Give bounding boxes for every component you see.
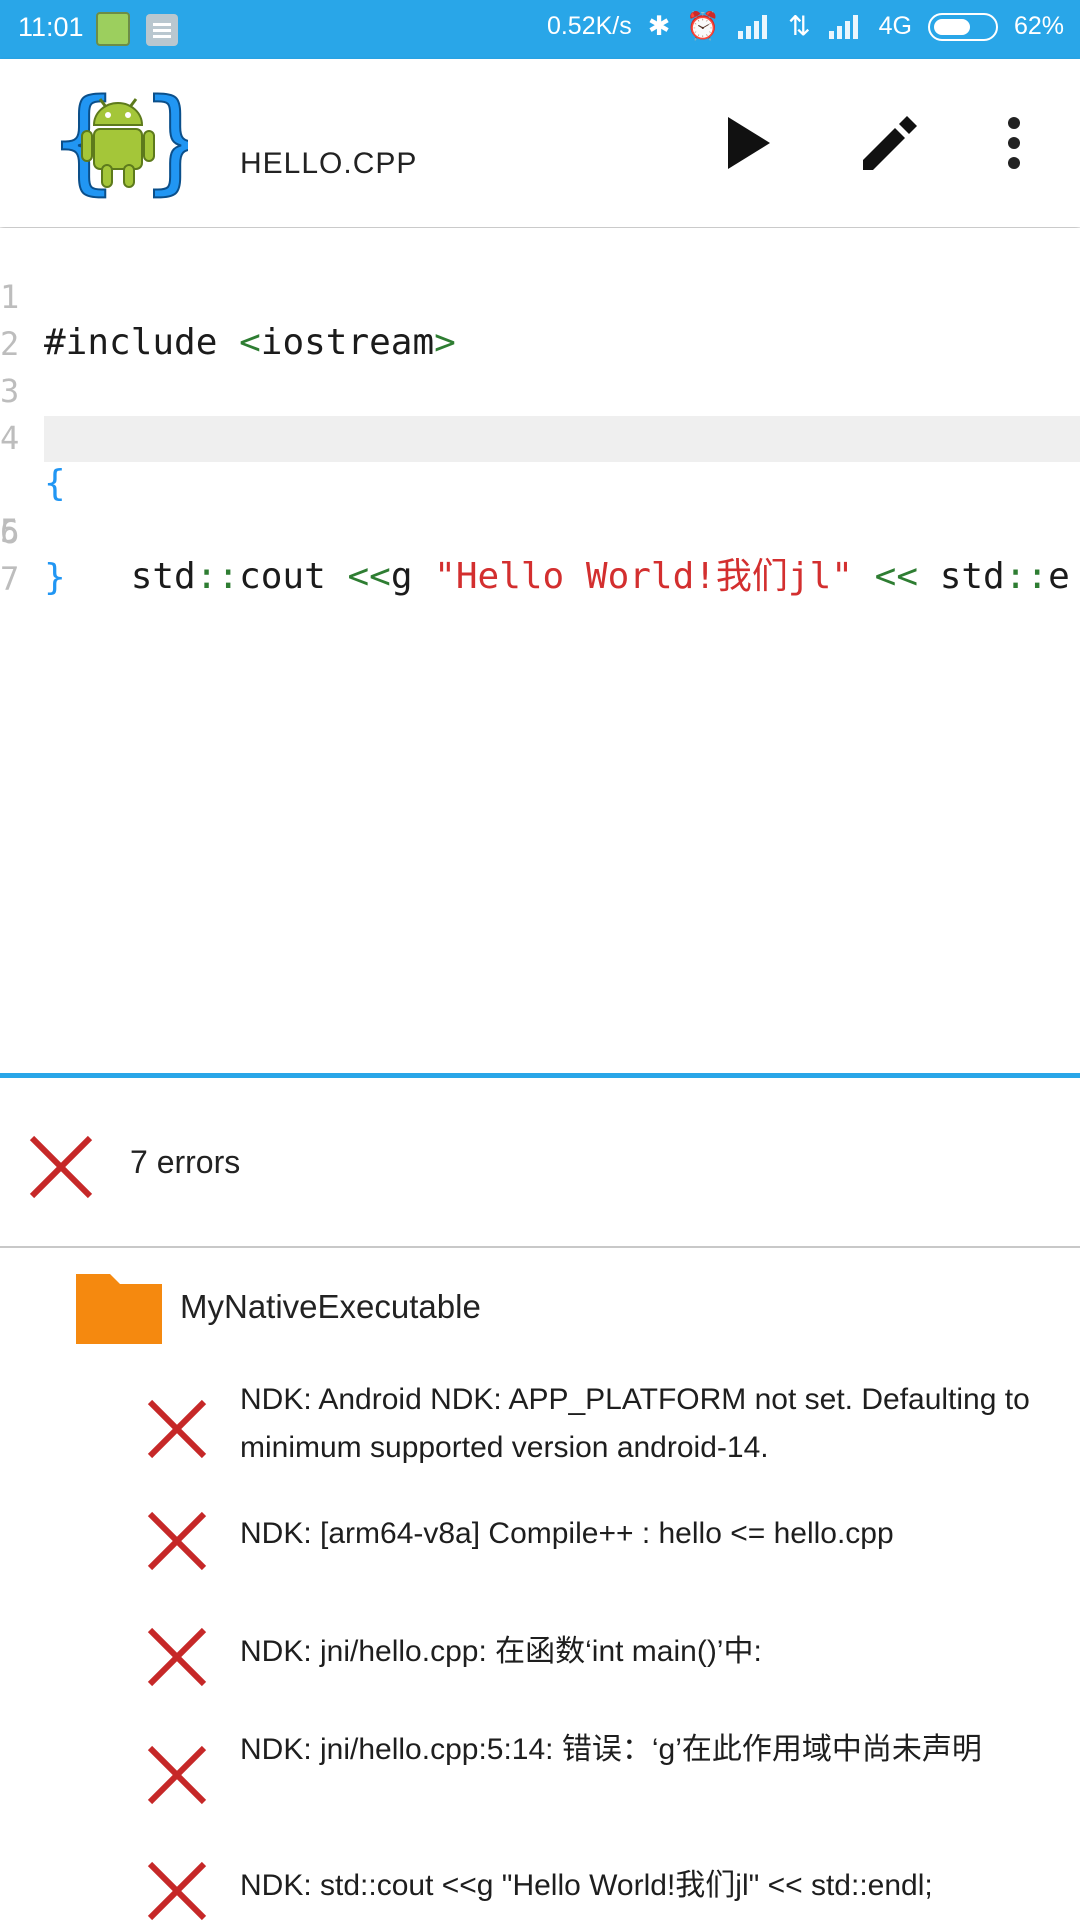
error-message: NDK: [arm64-v8a] Compile++ : hello <= he… xyxy=(240,1517,894,1550)
error-item[interactable]: NDK: Android NDK: APP_PLATFORM not set. … xyxy=(0,1372,1080,1482)
line-number: 7 xyxy=(0,560,20,598)
code-line-2: 2 xyxy=(0,275,1080,363)
overflow-menu-button[interactable] xyxy=(974,103,1054,183)
code-line-4: 4 { xyxy=(0,369,1080,504)
battery-icon xyxy=(927,12,998,41)
status-bar: 11:01 0.52K/s ✱ ⏰ ⇅ 4G 62% xyxy=(0,0,1080,59)
bluetooth-icon: ✱ xyxy=(647,11,671,41)
app-toolbar: { } HELLO.CPP xyxy=(0,59,1080,227)
notes-notification-icon xyxy=(146,14,178,46)
battery-percent: 62% xyxy=(1013,12,1064,40)
net-speed: 0.52K/s xyxy=(546,12,632,40)
error-x-icon xyxy=(147,1399,207,1459)
error-x-icon xyxy=(147,1511,207,1571)
signal-icon xyxy=(736,13,772,41)
android-logo-icon: { } xyxy=(48,81,188,205)
error-message: NDK: std::cout <<g "Hello World!我们jl" <<… xyxy=(240,1869,933,1902)
error-message: NDK: jni/hello.cpp:5:14: 错误：‘g’在此作用域中尚未声… xyxy=(240,1733,982,1766)
code-line-5: 5 std::cout <<g "Hello World!我们jl" << st… xyxy=(0,416,1080,597)
code-editor[interactable]: 1 #include <iostream> 2 3 int main() 4 {… xyxy=(0,228,1080,1074)
run-button[interactable] xyxy=(706,103,786,183)
data-transfer-icon: ⇅ xyxy=(787,11,811,41)
play-icon xyxy=(728,117,770,169)
error-item[interactable]: NDK: jni/hello.cpp: 在函数‘int main()’中: xyxy=(0,1620,1080,1710)
error-summary-row[interactable]: 7 errors xyxy=(0,1078,1080,1246)
folder-icon xyxy=(76,1274,162,1344)
error-group-folder[interactable]: MyNativeExecutable xyxy=(0,1248,1080,1368)
error-x-icon xyxy=(147,1861,207,1921)
network-type: 4G xyxy=(878,12,912,40)
error-item[interactable]: NDK: jni/hello.cpp:5:14: 错误：‘g’在此作用域中尚未声… xyxy=(0,1722,1080,1832)
code-line-3: 3 int main() xyxy=(0,322,1080,457)
code-line-6: 6 } xyxy=(0,463,1080,598)
edit-icon xyxy=(863,116,917,170)
error-message: NDK: Android NDK: APP_PLATFORM not set. … xyxy=(240,1383,1030,1464)
error-x-icon xyxy=(147,1745,207,1805)
edit-button[interactable] xyxy=(848,103,928,183)
alarm-icon: ⏰ xyxy=(686,11,720,41)
status-time: 11:01 xyxy=(18,12,84,42)
folder-label: MyNativeExecutable xyxy=(180,1288,481,1325)
file-title: HELLO.CPP xyxy=(240,147,418,180)
more-vert-icon xyxy=(1008,117,1020,169)
code-line-1: 1 #include <iostream> xyxy=(0,228,1080,363)
error-x-icon xyxy=(147,1627,207,1687)
error-item[interactable]: NDK: [arm64-v8a] Compile++ : hello <= he… xyxy=(0,1506,1080,1596)
error-x-icon xyxy=(29,1135,93,1199)
terminal-notification-icon xyxy=(96,12,130,46)
error-count: 7 errors xyxy=(130,1144,241,1180)
signal-icon-2 xyxy=(827,13,863,41)
error-item[interactable]: NDK: std::cout <<g "Hello World!我们jl" <<… xyxy=(0,1856,1080,1921)
code-line-7: 7 xyxy=(0,510,1080,598)
error-message: NDK: jni/hello.cpp: 在函数‘int main()’中: xyxy=(240,1635,762,1668)
current-line-highlight xyxy=(44,416,1080,462)
